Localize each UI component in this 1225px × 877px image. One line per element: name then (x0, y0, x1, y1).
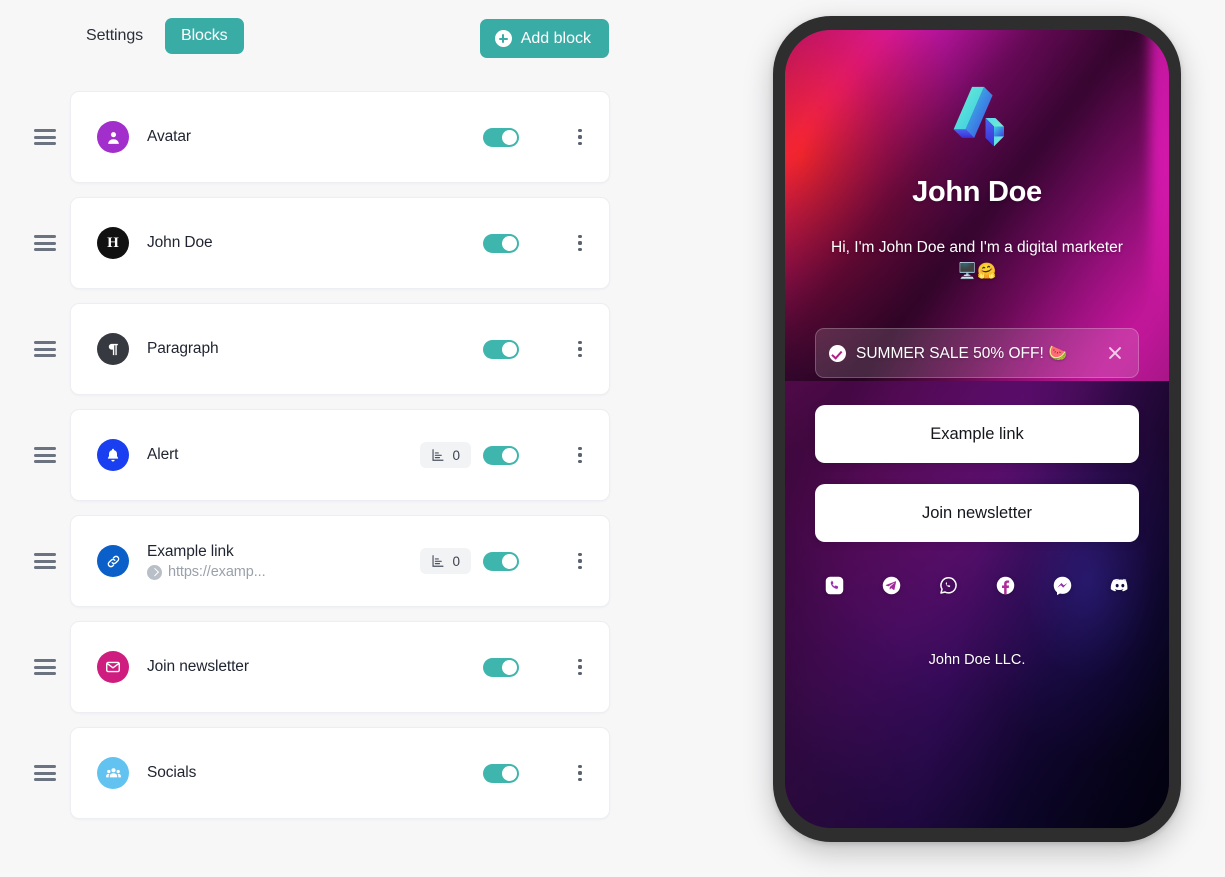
stats-count: 0 (452, 447, 460, 463)
block-text: Example link https://examp... (147, 542, 420, 580)
block-row: Example link https://examp... 0 (0, 508, 640, 614)
block-menu-icon[interactable] (569, 550, 591, 572)
block-card[interactable]: Join newsletter (70, 621, 610, 713)
preview-content: John Doe Hi, I'm John Doe and I'm a digi… (785, 30, 1169, 828)
block-row: Socials (0, 720, 640, 826)
block-title: Socials (147, 764, 197, 782)
phone-screen: John Doe Hi, I'm John Doe and I'm a digi… (785, 30, 1169, 828)
block-row: Paragraph (0, 296, 640, 402)
block-title: Avatar (147, 128, 191, 146)
block-title: Example link (147, 542, 234, 560)
block-subtitle: https://examp... (147, 564, 420, 580)
telegram-icon[interactable] (880, 574, 902, 596)
add-block-button[interactable]: Add block (479, 19, 609, 58)
stats-badge[interactable]: 0 (420, 548, 471, 574)
block-title: Join newsletter (147, 658, 249, 676)
phone-preview: John Doe Hi, I'm John Doe and I'm a digi… (773, 16, 1181, 842)
paragraph-icon (97, 333, 129, 365)
block-enabled-toggle[interactable] (483, 339, 520, 359)
block-menu-icon[interactable] (569, 444, 591, 466)
block-text: Alert (147, 445, 420, 464)
envelope-icon (97, 651, 129, 683)
block-menu-icon[interactable] (569, 126, 591, 148)
profile-bio: Hi, I'm John Doe and I'm a digital marke… (831, 239, 1123, 281)
block-enabled-toggle[interactable] (483, 657, 520, 677)
plus-icon (494, 30, 512, 47)
profile-name: John Doe (912, 176, 1042, 208)
block-text: Socials (147, 763, 340, 782)
page-root: Settings Blocks Add block Avatar H John Do… (0, 0, 1225, 877)
block-enabled-toggle[interactable] (483, 763, 519, 783)
block-enabled-toggle[interactable] (483, 127, 520, 147)
heading-icon: H (97, 227, 129, 259)
bell-icon (97, 439, 129, 471)
stats-count: 0 (452, 553, 460, 569)
block-menu-icon[interactable] (569, 232, 591, 254)
block-menu-icon[interactable] (569, 762, 591, 784)
phone-frame: John Doe Hi, I'm John Doe and I'm a digi… (773, 16, 1181, 842)
drag-handle-icon[interactable] (34, 659, 56, 675)
block-row: Join newsletter (0, 614, 640, 720)
block-menu-icon[interactable] (569, 338, 591, 360)
brand-logo-icon (953, 86, 1004, 147)
block-menu-icon[interactable] (569, 656, 591, 678)
chevron-right-icon (147, 564, 162, 580)
drag-handle-icon[interactable] (34, 553, 56, 569)
block-card[interactable]: Example link https://examp... 0 (70, 515, 610, 607)
stats-badge[interactable]: 0 (420, 442, 471, 468)
block-text: John Doe (147, 233, 348, 252)
block-text: Join newsletter (147, 657, 366, 676)
block-row: Alert 0 (0, 402, 640, 508)
block-card[interactable]: Paragraph (70, 303, 610, 395)
block-enabled-toggle[interactable] (483, 233, 519, 253)
block-subtitle-text: https://examp... (168, 564, 266, 581)
drag-handle-icon[interactable] (34, 341, 56, 357)
tab-group: Settings Blocks (70, 18, 244, 54)
drag-handle-icon[interactable] (34, 765, 56, 781)
preview-link-button-2[interactable]: Join newsletter (815, 484, 1139, 543)
block-enabled-toggle[interactable] (483, 445, 519, 465)
tab-blocks[interactable]: Blocks (165, 18, 244, 54)
drag-handle-icon[interactable] (34, 235, 56, 251)
whatsapp-icon[interactable] (937, 574, 959, 596)
block-title: Paragraph (147, 340, 219, 358)
preview-link-button-1[interactable]: Example link (815, 405, 1139, 464)
drag-handle-icon[interactable] (34, 447, 56, 463)
discord-icon[interactable] (1109, 574, 1131, 596)
block-card[interactable]: Alert 0 (70, 409, 610, 501)
block-enabled-toggle[interactable] (483, 551, 519, 571)
block-row: H John Doe (0, 190, 640, 296)
avatar-icon (97, 121, 129, 153)
stats-icon (431, 554, 445, 568)
editor-pane: Settings Blocks Add block Avatar H John Do… (0, 0, 700, 877)
block-title: Alert (147, 446, 179, 464)
block-card[interactable]: Avatar (70, 91, 610, 183)
stats-icon (431, 448, 445, 462)
people-icon (97, 757, 129, 789)
preview-footer: John Doe LLC. (928, 652, 1026, 669)
messenger-icon[interactable] (1052, 574, 1074, 596)
block-title: John Doe (147, 234, 213, 252)
block-card[interactable]: H John Doe (70, 197, 610, 289)
drag-handle-icon[interactable] (34, 129, 56, 145)
alert-banner: SUMMER SALE 50% OFF! 🍉 (815, 328, 1139, 379)
phone-icon[interactable] (823, 574, 845, 596)
block-text: Avatar (147, 127, 337, 146)
social-icon-row (815, 574, 1139, 596)
link-icon (97, 545, 129, 577)
tab-settings[interactable]: Settings (70, 18, 159, 54)
close-icon[interactable] (1105, 343, 1125, 363)
block-text: Paragraph (147, 339, 351, 358)
editor-toolbar: Settings Blocks Add block (70, 18, 610, 62)
block-card[interactable]: Socials (70, 727, 610, 819)
check-circle-icon (829, 344, 846, 362)
add-block-label: Add block (520, 29, 591, 47)
block-list: Avatar H John Doe Paragraph Alert 0 Example li… (0, 84, 640, 826)
alert-text: SUMMER SALE 50% OFF! 🍉 (856, 344, 1068, 362)
facebook-icon[interactable] (995, 574, 1017, 596)
block-row: Avatar (0, 84, 640, 190)
